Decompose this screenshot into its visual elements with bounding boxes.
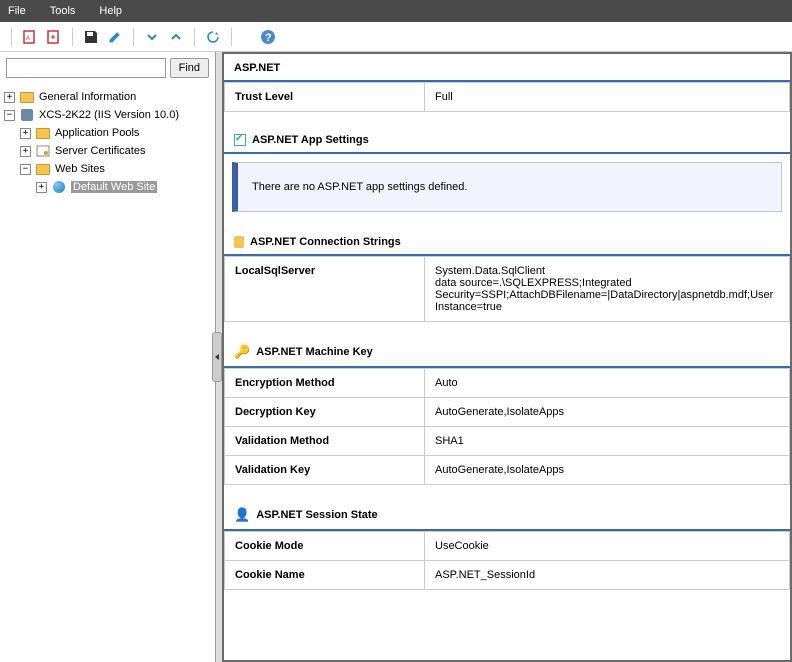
save-icon[interactable] bbox=[82, 28, 100, 46]
prop-value: Full bbox=[425, 83, 790, 112]
section-app-settings: ASP.NET App Settings bbox=[224, 126, 790, 154]
refresh-icon[interactable] bbox=[204, 28, 222, 46]
search-input[interactable] bbox=[6, 58, 166, 78]
prop-label: Validation Key bbox=[225, 456, 425, 485]
expander-icon[interactable]: + bbox=[36, 182, 47, 193]
server-icon bbox=[19, 108, 35, 122]
menu-tools[interactable]: Tools bbox=[50, 5, 76, 17]
prop-value: System.Data.SqlClient data source=.\SQLE… bbox=[425, 257, 790, 322]
toolbar: A ? bbox=[0, 22, 792, 52]
expander-icon[interactable]: − bbox=[20, 164, 31, 175]
globe-icon bbox=[51, 180, 67, 194]
section-title: ASP.NET Machine Key bbox=[256, 346, 373, 358]
folder-icon bbox=[35, 126, 51, 140]
separator bbox=[194, 28, 195, 46]
table-row: LocalSqlServer System.Data.SqlClient dat… bbox=[225, 257, 790, 322]
tree-view: + General Information − XCS-2K22 (IIS Ve… bbox=[0, 84, 215, 662]
checkbox-icon bbox=[234, 134, 246, 146]
help-icon[interactable]: ? bbox=[259, 28, 277, 46]
prop-label: Cookie Mode bbox=[225, 532, 425, 561]
folder-icon bbox=[19, 90, 35, 104]
tree-default-site[interactable]: + Default Web Site bbox=[4, 178, 211, 196]
machinekey-table: Encryption MethodAuto Decryption KeyAuto… bbox=[224, 368, 790, 485]
prop-value: SHA1 bbox=[425, 427, 790, 456]
svg-text:?: ? bbox=[265, 32, 272, 44]
menubar: File Tools Help bbox=[0, 0, 792, 22]
tree-label: Web Sites bbox=[55, 163, 105, 175]
separator bbox=[231, 28, 232, 46]
menu-file[interactable]: File bbox=[8, 5, 26, 17]
separator bbox=[72, 28, 73, 46]
table-row: Validation MethodSHA1 bbox=[225, 427, 790, 456]
expander-icon[interactable]: + bbox=[4, 92, 15, 103]
section-aspnet: ASP.NET bbox=[224, 54, 790, 82]
right-pane: ASP.NET Trust Level Full ASP.NET App Set… bbox=[222, 52, 792, 662]
tree-label: Server Certificates bbox=[55, 145, 145, 157]
expand-down-icon[interactable] bbox=[143, 28, 161, 46]
section-machine-key: 🔑 ASP.NET Machine Key bbox=[224, 336, 790, 368]
prop-label: Validation Method bbox=[225, 427, 425, 456]
prop-value: UseCookie bbox=[425, 532, 790, 561]
cert-icon bbox=[35, 144, 51, 158]
notice-no-settings: There are no ASP.NET app settings define… bbox=[232, 162, 782, 212]
session-table: Cookie ModeUseCookie Cookie NameASP.NET_… bbox=[224, 531, 790, 590]
folder-icon bbox=[35, 162, 51, 176]
section-conn-strings: ASP.NET Connection Strings bbox=[224, 228, 790, 256]
prop-label: Encryption Method bbox=[225, 369, 425, 398]
svg-text:A: A bbox=[26, 36, 30, 42]
search-row: Find bbox=[0, 52, 215, 84]
expander-icon[interactable]: + bbox=[20, 146, 31, 157]
expander-icon[interactable]: − bbox=[4, 110, 15, 121]
tree-label: General Information bbox=[39, 91, 136, 103]
tree-label-selected: Default Web Site bbox=[71, 181, 157, 193]
table-row: Trust Level Full bbox=[225, 83, 790, 112]
tree-server-certs[interactable]: + Server Certificates bbox=[4, 142, 211, 160]
table-row: Encryption MethodAuto bbox=[225, 369, 790, 398]
pdf-icon[interactable]: A bbox=[21, 28, 39, 46]
table-row: Cookie NameASP.NET_SessionId bbox=[225, 561, 790, 590]
find-button[interactable]: Find bbox=[170, 58, 209, 78]
tree-label: XCS-2K22 (IIS Version 10.0) bbox=[39, 109, 179, 121]
menu-help[interactable]: Help bbox=[99, 5, 122, 17]
tree-web-sites[interactable]: − Web Sites bbox=[4, 160, 211, 178]
separator bbox=[133, 28, 134, 46]
tree-general-info[interactable]: + General Information bbox=[4, 88, 211, 106]
prop-label: Decryption Key bbox=[225, 398, 425, 427]
content-scroll[interactable]: ASP.NET Trust Level Full ASP.NET App Set… bbox=[224, 54, 790, 660]
prop-value: AutoGenerate,IsolateApps bbox=[425, 398, 790, 427]
trust-table: Trust Level Full bbox=[224, 82, 790, 112]
prop-label: Cookie Name bbox=[225, 561, 425, 590]
conn-table: LocalSqlServer System.Data.SqlClient dat… bbox=[224, 256, 790, 322]
tree-label: Application Pools bbox=[55, 127, 139, 139]
prop-value: Auto bbox=[425, 369, 790, 398]
section-title: ASP.NET App Settings bbox=[252, 134, 369, 146]
splitter-handle[interactable] bbox=[212, 332, 222, 382]
edit-icon[interactable] bbox=[106, 28, 124, 46]
user-icon: 👤 bbox=[234, 507, 250, 523]
prop-value: AutoGenerate,IsolateApps bbox=[425, 456, 790, 485]
left-pane: Find + General Information − XCS-2K22 (I… bbox=[0, 52, 216, 662]
key-icon: 🔑 bbox=[234, 344, 250, 360]
table-row: Validation KeyAutoGenerate,IsolateApps bbox=[225, 456, 790, 485]
section-session-state: 👤 ASP.NET Session State bbox=[224, 499, 790, 531]
main-area: Find + General Information − XCS-2K22 (I… bbox=[0, 52, 792, 662]
database-icon bbox=[234, 236, 244, 248]
section-title: ASP.NET Connection Strings bbox=[250, 236, 401, 248]
table-row: Cookie ModeUseCookie bbox=[225, 532, 790, 561]
expander-icon[interactable]: + bbox=[20, 128, 31, 139]
separator bbox=[11, 28, 12, 46]
notice-text: There are no ASP.NET app settings define… bbox=[252, 181, 467, 193]
prop-value: ASP.NET_SessionId bbox=[425, 561, 790, 590]
export-icon[interactable] bbox=[45, 28, 63, 46]
tree-server[interactable]: − XCS-2K22 (IIS Version 10.0) bbox=[4, 106, 211, 124]
prop-label: LocalSqlServer bbox=[225, 257, 425, 322]
tree-app-pools[interactable]: + Application Pools bbox=[4, 124, 211, 142]
section-title: ASP.NET Session State bbox=[256, 509, 377, 521]
table-row: Decryption KeyAutoGenerate,IsolateApps bbox=[225, 398, 790, 427]
section-title: ASP.NET bbox=[234, 62, 280, 74]
prop-label: Trust Level bbox=[225, 83, 425, 112]
collapse-up-icon[interactable] bbox=[167, 28, 185, 46]
